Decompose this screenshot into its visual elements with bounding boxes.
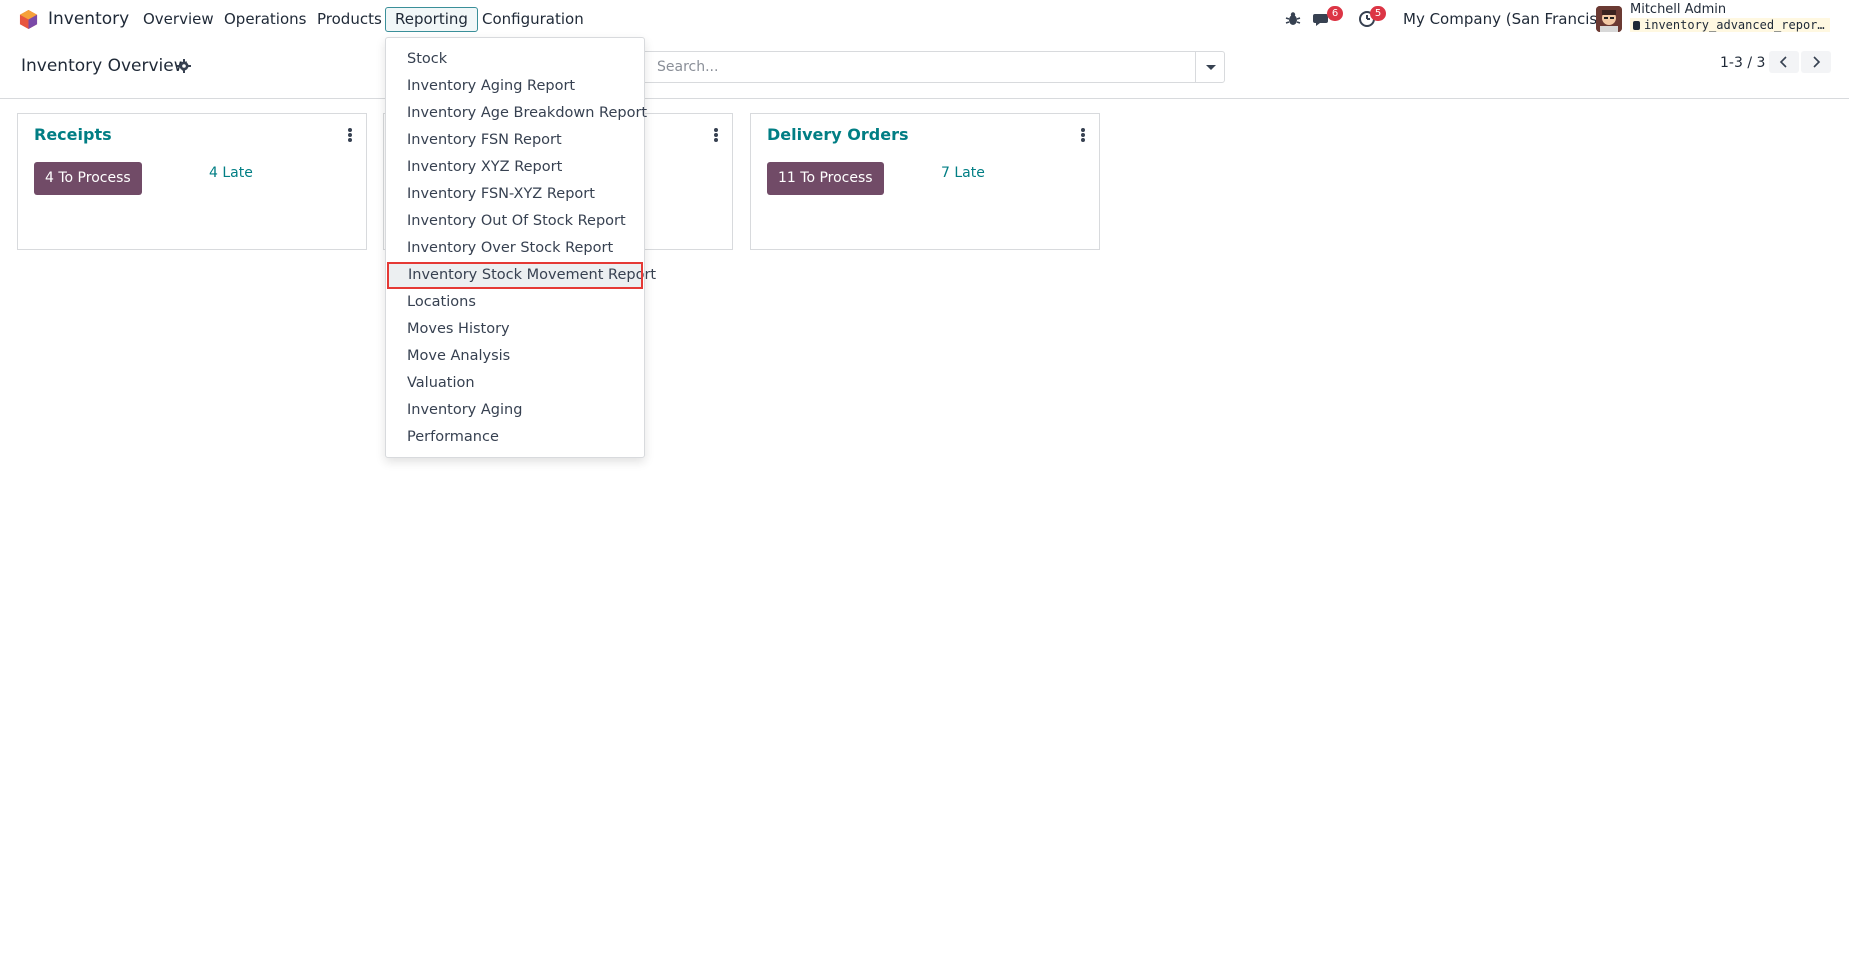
messages-badge: 6 xyxy=(1327,6,1343,21)
menu-configuration[interactable]: Configuration xyxy=(472,7,594,32)
search-input[interactable] xyxy=(657,52,1197,82)
pager-previous-button[interactable] xyxy=(1769,51,1799,73)
late-link[interactable]: 7 Late xyxy=(941,165,985,181)
dropdown-item-valuation[interactable]: Valuation xyxy=(386,370,644,397)
card-title[interactable]: Delivery Orders xyxy=(767,125,908,144)
app-name[interactable]: Inventory xyxy=(48,9,129,29)
inventory-app-logo-icon[interactable] xyxy=(19,9,38,30)
dropdown-item-move-analysis[interactable]: Move Analysis xyxy=(386,343,644,370)
company-switcher[interactable]: My Company (San Francisco) xyxy=(1403,10,1620,28)
card-title[interactable]: Receipts xyxy=(34,125,112,144)
card-dropdown-kebab-icon[interactable] xyxy=(348,128,352,142)
to-process-button[interactable]: 4 To Process xyxy=(34,162,142,195)
dropdown-item-inventory-aging[interactable]: Inventory Aging xyxy=(386,397,644,424)
menu-operations[interactable]: Operations xyxy=(214,7,316,32)
dropdown-item-inventory-xyz-report[interactable]: Inventory XYZ Report xyxy=(386,154,644,181)
chevron-right-icon xyxy=(1813,56,1821,68)
kanban-card-delivery-orders[interactable]: Delivery Orders 11 To Process 7 Late xyxy=(750,113,1100,250)
to-process-button[interactable]: 11 To Process xyxy=(767,162,884,195)
menu-overview[interactable]: Overview xyxy=(133,7,224,32)
dropdown-item-inventory-aging-report[interactable]: Inventory Aging Report xyxy=(386,73,644,100)
dropdown-item-locations[interactable]: Locations xyxy=(386,289,644,316)
search-options-toggle[interactable] xyxy=(1195,52,1224,82)
pager-value[interactable]: 1-3 / 3 xyxy=(1720,55,1765,71)
user-avatar-face-icon xyxy=(1596,6,1622,32)
dropdown-item-inventory-fsn-xyz-report[interactable]: Inventory FSN-XYZ Report xyxy=(386,181,644,208)
card-dropdown-kebab-icon[interactable] xyxy=(714,128,718,142)
page-title: Inventory Overview xyxy=(21,56,188,76)
kanban-card-receipts[interactable]: Receipts 4 To Process 4 Late xyxy=(17,113,367,250)
menu-products[interactable]: Products xyxy=(307,7,392,32)
control-panel: Inventory Overview 1-3 / 3 xyxy=(0,38,1849,99)
menu-reporting[interactable]: Reporting xyxy=(385,7,478,32)
search-bar[interactable] xyxy=(630,51,1225,83)
dropdown-item-inventory-fsn-report[interactable]: Inventory FSN Report xyxy=(386,127,644,154)
database-name: inventory_advanced_reports xyxy=(1630,18,1830,32)
main-navbar: Inventory Overview Operations Products R… xyxy=(0,0,1849,38)
user-name[interactable]: Mitchell Admin xyxy=(1630,2,1726,17)
pager-next-button[interactable] xyxy=(1801,51,1831,73)
user-avatar[interactable] xyxy=(1596,6,1622,32)
card-dropdown-kebab-icon[interactable] xyxy=(1081,128,1085,142)
dropdown-item-inventory-age-breakdown-report[interactable]: Inventory Age Breakdown Report xyxy=(386,100,647,127)
gear-icon[interactable] xyxy=(177,59,191,73)
dropdown-item-stock[interactable]: Stock xyxy=(386,46,644,73)
reporting-dropdown-menu: Stock Inventory Aging Report Inventory A… xyxy=(385,37,656,458)
dropdown-item-inventory-out-of-stock-report[interactable]: Inventory Out Of Stock Report xyxy=(386,208,644,235)
dropdown-item-moves-history[interactable]: Moves History xyxy=(386,316,644,343)
dropdown-item-performance[interactable]: Performance xyxy=(386,424,644,451)
dropdown-item-inventory-over-stock-report[interactable]: Inventory Over Stock Report xyxy=(386,235,644,262)
debug-bug-icon[interactable] xyxy=(1284,10,1302,28)
chevron-left-icon xyxy=(1779,56,1787,68)
activities-badge: 5 xyxy=(1370,6,1386,21)
late-link[interactable]: 4 Late xyxy=(209,165,253,181)
dropdown-item-inventory-stock-movement-report[interactable]: Inventory Stock Movement Report xyxy=(387,262,656,289)
